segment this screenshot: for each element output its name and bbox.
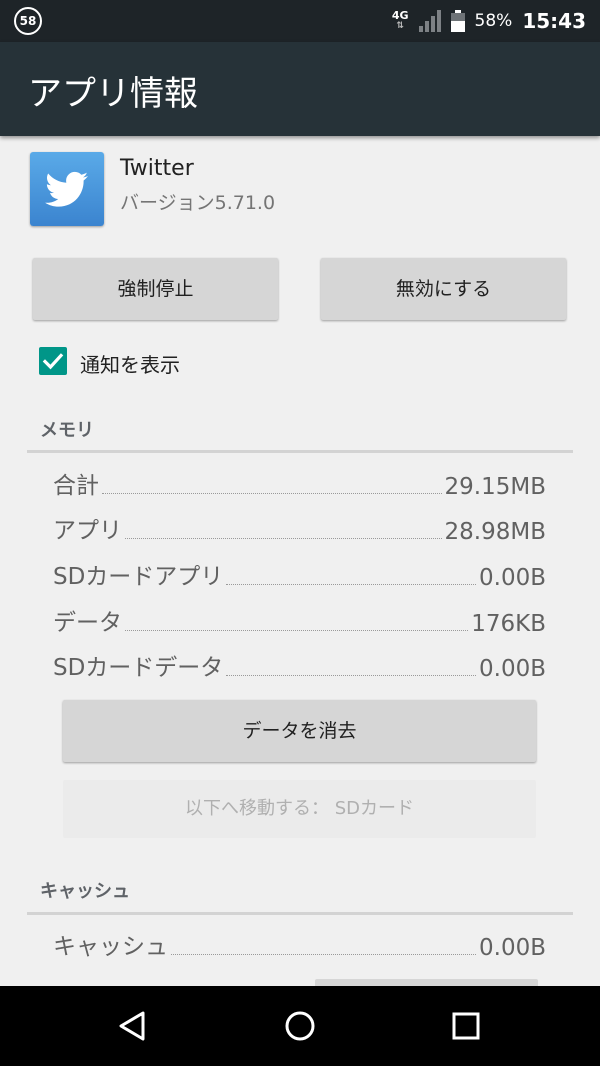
signal-strength-icon <box>418 10 441 32</box>
memory-row-label: アプリ <box>53 518 122 544</box>
navigation-bar <box>0 986 600 1066</box>
memory-row-value: 0.00B <box>479 565 546 591</box>
clear-cache-button[interactable] <box>315 979 538 986</box>
cache-row-value: 0.00B <box>479 935 546 961</box>
twitter-bird-icon <box>30 152 104 226</box>
cache-row-label: キャッシュ <box>53 934 168 960</box>
status-bar: 58 4G ⇅ 58% 15:43 <box>0 0 600 42</box>
network-type-icon: 4G ⇅ <box>391 9 409 31</box>
memory-row-value: 176KB <box>471 611 546 637</box>
clear-data-button[interactable]: データを消去 <box>63 700 536 762</box>
memory-row-label: SDカードアプリ <box>53 564 224 590</box>
memory-row-sd-data: SDカードデータ 0.00B <box>53 648 546 682</box>
memory-row-value: 28.98MB <box>444 519 546 545</box>
back-icon[interactable] <box>113 1006 153 1046</box>
battery-icon <box>450 10 465 32</box>
memory-row-sd-app: SDカードアプリ 0.00B <box>53 557 546 591</box>
app-name: Twitter <box>120 156 194 181</box>
app-info-content[interactable]: Twitter バージョン5.71.0 強制停止 無効にする 通知を表示 メモリ… <box>0 136 600 986</box>
memory-row-label: データ <box>53 610 122 636</box>
recents-icon[interactable] <box>446 1006 486 1046</box>
page-title: アプリ情報 <box>28 74 198 114</box>
clock: 15:43 <box>522 9 586 33</box>
show-notifications-checkbox[interactable] <box>39 347 67 375</box>
disable-button[interactable]: 無効にする <box>321 258 566 320</box>
checkmark-icon <box>42 353 64 370</box>
app-version: バージョン5.71.0 <box>120 192 276 214</box>
memory-row-value: 29.15MB <box>444 474 546 500</box>
notification-badge-icon: 58 <box>14 7 42 35</box>
memory-row-total: 合計 29.15MB <box>53 466 546 500</box>
notification-count: 58 <box>19 14 37 28</box>
app-bar: アプリ情報 <box>0 42 600 136</box>
battery-percent: 58% <box>474 11 513 31</box>
force-stop-button[interactable]: 強制停止 <box>33 258 278 320</box>
cache-row: キャッシュ 0.00B <box>53 927 546 961</box>
home-icon[interactable] <box>280 1006 320 1046</box>
cache-section-header: キャッシュ <box>40 881 130 902</box>
memory-row-label: 合計 <box>53 473 99 499</box>
show-notifications-label[interactable]: 通知を表示 <box>80 349 180 378</box>
move-to-sd-button: 以下へ移動する： SDカード <box>63 780 536 838</box>
cache-divider <box>27 912 573 915</box>
memory-row-label: SDカードデータ <box>53 655 224 681</box>
memory-row-data: データ 176KB <box>53 603 546 637</box>
memory-row-app: アプリ 28.98MB <box>53 511 546 545</box>
memory-divider <box>27 450 573 453</box>
memory-section-header: メモリ <box>40 420 94 441</box>
memory-row-value: 0.00B <box>479 656 546 682</box>
